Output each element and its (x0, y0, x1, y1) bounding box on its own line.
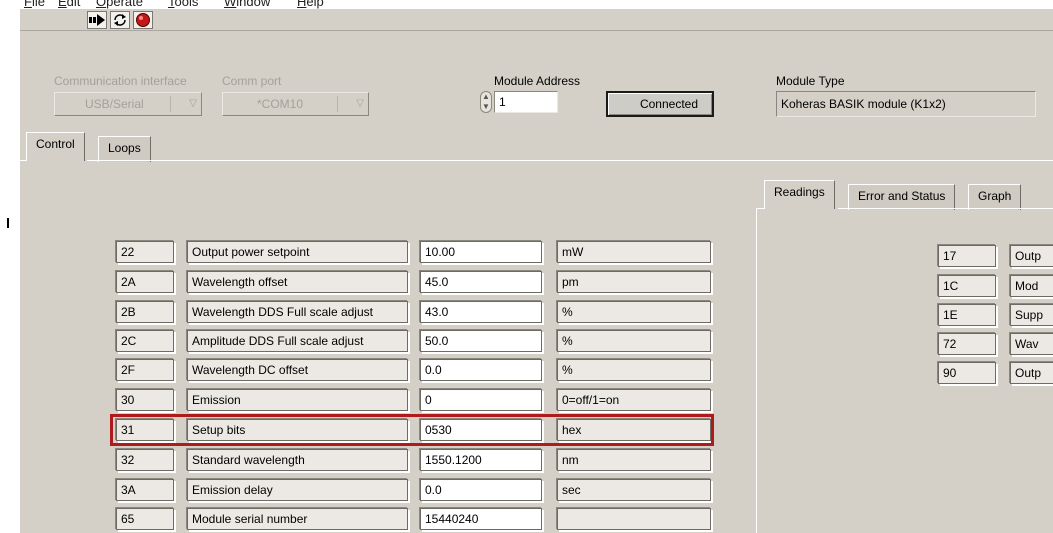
value-input[interactable]: 0.0 (420, 479, 542, 501)
unit-cell: 0=off/1=on (557, 389, 711, 411)
register-name-cell: Emission delay (187, 479, 408, 501)
ring-separator (170, 96, 171, 112)
reading-register-cell: 1C (938, 275, 996, 297)
menu-tools[interactable]: Tools (168, 0, 198, 9)
stepper-down-icon[interactable]: ▼ (481, 102, 491, 112)
labview-window: File Edit Operate Tools Window Help Comm… (20, 0, 1053, 533)
unit-cell: mW (557, 241, 711, 263)
value-input[interactable]: 43.0 (420, 301, 542, 323)
comm-interface-select[interactable]: USB/Serial ▽ (54, 92, 202, 116)
reading-name-cell: Mod (1010, 275, 1053, 297)
reading-register-cell: 17 (938, 245, 996, 267)
reading-register-cell: 90 (938, 362, 996, 384)
comm-port-value: *COM10 (257, 97, 304, 111)
value-input[interactable]: 0.0 (420, 359, 542, 381)
edge-mark (7, 218, 9, 228)
tab-loops[interactable]: Loops (98, 136, 151, 162)
chevron-down-icon: ▽ (189, 98, 197, 109)
register-name-cell: Standard wavelength (187, 449, 408, 471)
unit-cell: pm (557, 271, 711, 293)
module-type-field: Koheras BASIK module (K1x2) (776, 91, 1036, 117)
menu-window[interactable]: Window (224, 0, 270, 9)
tab-page-edge (87, 160, 1053, 161)
register-cell: 3A (116, 479, 174, 501)
comm-interface-label: Communication interface (54, 74, 187, 88)
menu-operate[interactable]: Operate (96, 0, 143, 9)
unit-cell: % (557, 301, 711, 323)
run-button[interactable] (87, 11, 107, 29)
register-cell: 65 (116, 508, 174, 530)
register-cell: 32 (116, 449, 174, 471)
chevron-down-icon: ▽ (356, 98, 364, 109)
menu-file[interactable]: File (24, 0, 45, 9)
reading-register-cell: 1E (938, 304, 996, 326)
ring-separator (337, 96, 338, 112)
unit-cell (557, 508, 711, 530)
menu-edit[interactable]: Edit (58, 0, 80, 9)
tab-readings[interactable]: Readings (764, 180, 835, 209)
setup-bits-highlight (110, 414, 714, 446)
register-cell: 2C (116, 330, 174, 352)
module-address-input[interactable]: 1 (494, 91, 558, 113)
value-input[interactable]: 15440240 (420, 508, 542, 530)
stepper-up-icon[interactable]: ▲ (481, 92, 491, 102)
register-cell: 2B (116, 301, 174, 323)
address-stepper[interactable]: ▲ ▼ (480, 91, 492, 113)
register-cell: 22 (116, 241, 174, 263)
unit-cell: sec (557, 479, 711, 501)
unit-cell: nm (557, 449, 711, 471)
reading-name-cell: Supp (1010, 304, 1053, 326)
unit-cell: % (557, 359, 711, 381)
register-name-cell: Wavelength DC offset (187, 359, 408, 381)
menu-bar: File Edit Operate Tools Window Help (20, 0, 1053, 9)
abort-stop-icon (136, 13, 150, 27)
register-name-cell: Emission (187, 389, 408, 411)
reading-name-cell: Wav (1010, 333, 1053, 355)
register-name-cell: Wavelength DDS Full scale adjust (187, 301, 408, 323)
value-input[interactable]: 1550.1200 (420, 449, 542, 471)
register-name-cell: Module serial number (187, 508, 408, 530)
register-name-cell: Output power setpoint (187, 241, 408, 263)
tab-graph[interactable]: Graph (968, 184, 1022, 210)
toolbar (20, 9, 1053, 31)
register-cell: 2A (116, 271, 174, 293)
readings-page-left-edge (756, 208, 757, 533)
value-input[interactable]: 0 (420, 389, 542, 411)
value-input[interactable]: 50.0 (420, 330, 542, 352)
value-input[interactable]: 45.0 (420, 271, 542, 293)
menu-help[interactable]: Help (297, 0, 324, 9)
connected-button[interactable]: Connected (606, 91, 714, 117)
abort-button[interactable] (133, 11, 153, 29)
value-input[interactable]: 10.00 (420, 241, 542, 263)
run-continuously-icon (114, 14, 126, 26)
unit-cell: % (557, 330, 711, 352)
reading-name-cell: Outp (1010, 245, 1053, 267)
connection-panel: Communication interface USB/Serial ▽ Com… (20, 32, 1053, 137)
module-address-label: Module Address (494, 74, 581, 88)
readings-page-edge (838, 208, 1053, 209)
run-arrow-icon (89, 14, 105, 26)
register-cell: 30 (116, 389, 174, 411)
comm-port-select[interactable]: *COM10 ▽ (222, 92, 369, 116)
comm-port-label: Comm port (222, 74, 282, 88)
module-type-label: Module Type (776, 74, 845, 88)
register-name-cell: Wavelength offset (187, 271, 408, 293)
reading-name-cell: Outp (1010, 362, 1053, 384)
tab-control[interactable]: Control (26, 132, 85, 161)
register-cell: 2F (116, 359, 174, 381)
comm-interface-value: USB/Serial (85, 97, 144, 111)
run-continuously-button[interactable] (110, 11, 130, 29)
tab-error-and-status[interactable]: Error and Status (848, 184, 956, 210)
register-name-cell: Amplitude DDS Full scale adjust (187, 330, 408, 352)
reading-register-cell: 72 (938, 333, 996, 355)
